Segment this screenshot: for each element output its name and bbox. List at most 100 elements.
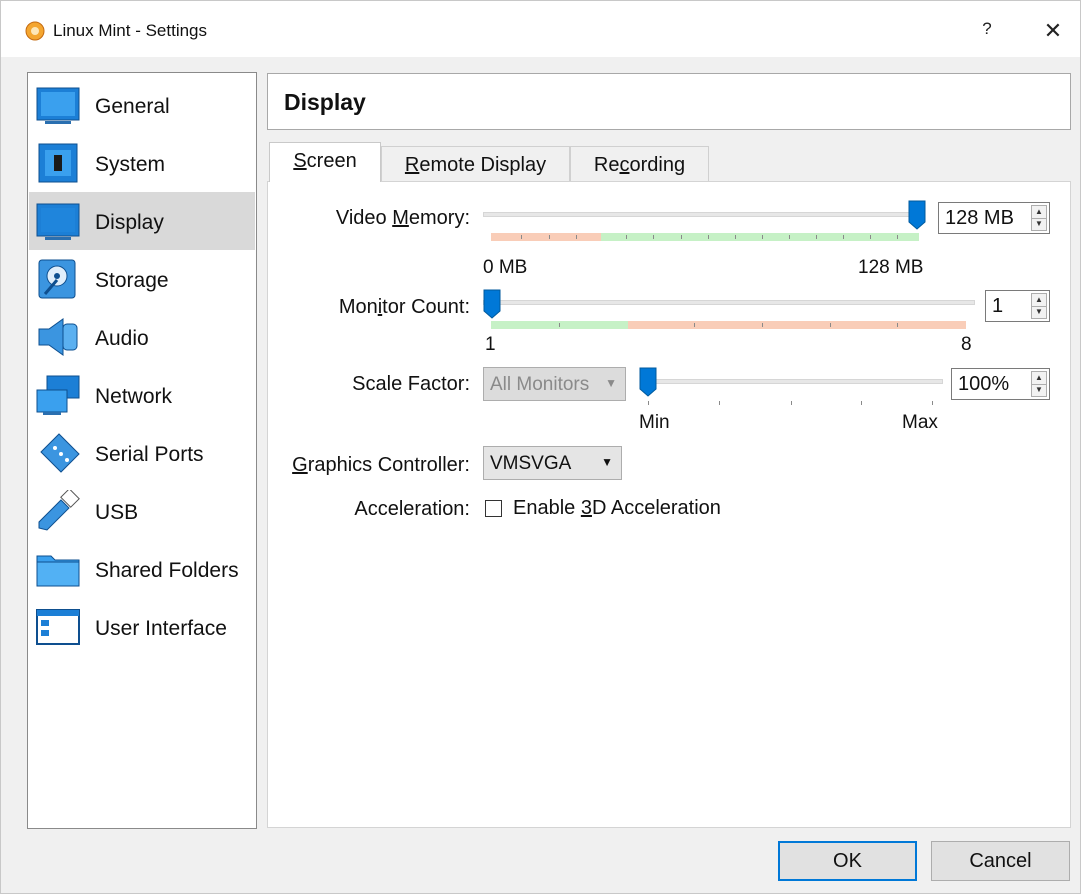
spin-buttons: ▲ ▼: [1031, 205, 1047, 231]
label-part: D Acceleration: [591, 497, 721, 519]
video-memory-warn-range: [491, 233, 601, 241]
monitor-count-slider-track[interactable]: [483, 300, 975, 305]
sidebar-item-label: Audio: [95, 327, 149, 350]
sidebar-item-label: Storage: [95, 269, 169, 292]
tab-label-rest: creen: [306, 150, 357, 172]
shared-folders-icon: [36, 555, 80, 587]
monitor-count-warn-range: [628, 321, 966, 329]
slider-tick: [762, 235, 763, 239]
scale-factor-slider-thumb[interactable]: [639, 367, 657, 397]
scale-factor-spinbox[interactable]: 100% ▲ ▼: [951, 368, 1050, 400]
storage-icon: [38, 259, 76, 299]
scale-factor-label: Scale Factor:: [352, 373, 470, 395]
slider-tick: [735, 235, 736, 239]
video-memory-spinbox[interactable]: 128 MB ▲ ▼: [938, 202, 1050, 234]
slider-tick: [830, 323, 831, 327]
slider-tick: [897, 323, 898, 327]
enable-3d-acceleration-checkbox[interactable]: [485, 500, 502, 517]
network-icon: [36, 375, 80, 415]
graphics-controller-select[interactable]: VMSVGA ▼: [483, 446, 622, 480]
spin-down-button[interactable]: ▼: [1032, 218, 1046, 230]
cancel-button[interactable]: Cancel: [931, 841, 1070, 881]
title-bar: Linux Mint - Settings ? ✕: [1, 1, 1080, 57]
sidebar-item-label: Shared Folders: [95, 559, 239, 582]
monitor-count-min-label: 1: [485, 334, 496, 355]
spin-down-button[interactable]: ▼: [1032, 306, 1046, 318]
sidebar-item-label: Display: [95, 211, 164, 234]
monitor-count-max-label: 8: [961, 334, 972, 355]
chevron-down-icon: ▼: [605, 376, 617, 390]
video-memory-slider-thumb[interactable]: [908, 200, 926, 230]
graphics-controller-value: VMSVGA: [490, 453, 572, 474]
acceleration-label: Acceleration:: [354, 498, 470, 520]
sidebar-item-usb[interactable]: USB: [29, 482, 255, 540]
sidebar-item-label: System: [95, 153, 166, 176]
monitor-count-spinbox[interactable]: 1 ▲ ▼: [985, 290, 1050, 322]
sidebar-item-network[interactable]: Network: [29, 366, 255, 424]
ok-button[interactable]: OK: [778, 841, 917, 881]
slider-tick: [843, 235, 844, 239]
sidebar-item-label: Network: [95, 385, 173, 408]
scale-factor-value: 100%: [958, 373, 1010, 395]
sidebar-item-audio[interactable]: Audio: [29, 308, 255, 366]
tab-mnemonic: S: [293, 150, 307, 172]
page-title: Display: [284, 89, 366, 115]
sidebar-item-label: USB: [95, 501, 139, 524]
slider-tick: [719, 401, 720, 405]
help-button[interactable]: ?: [973, 15, 1001, 43]
video-memory-ok-range: [601, 233, 919, 241]
tab-remote-display[interactable]: Remote Display: [381, 146, 570, 182]
tab-label-rest: emote Display: [419, 154, 547, 176]
monitor-count-label: Monitor Count:: [339, 296, 470, 319]
monitor-count-value: 1: [992, 295, 1004, 317]
tab-recording[interactable]: Recording: [570, 146, 709, 182]
sidebar-item-serial-ports[interactable]: Serial Ports: [29, 424, 255, 482]
slider-tick: [791, 401, 792, 405]
scale-monitor-select: All Monitors ▼: [483, 367, 626, 401]
slider-tick: [576, 235, 577, 239]
slider-tick: [559, 323, 560, 327]
spin-buttons: ▲ ▼: [1031, 293, 1047, 319]
sidebar-item-general[interactable]: General: [29, 76, 255, 134]
video-memory-min-label: 0 MB: [483, 257, 528, 278]
label-part: Enable: [513, 497, 581, 519]
enable-3d-acceleration-label[interactable]: Enable 3D Acceleration: [513, 497, 721, 520]
general-icon: [36, 87, 80, 124]
slider-tick: [681, 235, 682, 239]
close-button[interactable]: ✕: [1037, 15, 1069, 47]
video-memory-slider-track[interactable]: [483, 212, 925, 217]
sidebar-item-storage[interactable]: Storage: [29, 250, 255, 308]
scale-factor-min-label: Min: [639, 412, 670, 433]
sidebar-item-shared-folders[interactable]: Shared Folders: [29, 540, 255, 598]
audio-icon: [38, 318, 78, 356]
slider-tick: [708, 235, 709, 239]
sidebar-item-label: General: [95, 95, 170, 118]
monitor-count-slider-thumb[interactable]: [483, 289, 501, 319]
tab-screen[interactable]: Screen: [269, 142, 381, 182]
label-part: raphics Controller:: [307, 454, 470, 476]
sidebar-item-label: User Interface: [95, 617, 227, 640]
scale-factor-max-label: Max: [902, 412, 938, 433]
slider-tick: [932, 401, 933, 405]
page-header: Display: [267, 73, 1071, 130]
scale-factor-slider-track[interactable]: [641, 379, 943, 384]
slider-tick: [626, 235, 627, 239]
tab-mnemonic: c: [619, 154, 630, 176]
video-memory-label: Video Memory:: [336, 207, 470, 230]
user-interface-icon: [36, 609, 80, 645]
sidebar-item-display[interactable]: Display: [29, 192, 255, 250]
tab-label-pre: Re: [593, 154, 620, 176]
slider-tick: [762, 323, 763, 327]
label-mnemonic: M: [392, 207, 409, 229]
slider-tick: [897, 235, 898, 239]
chevron-down-icon: ▼: [601, 455, 613, 469]
label-part: Video: [335, 207, 393, 229]
sidebar-item-user-interface[interactable]: User Interface: [29, 598, 255, 656]
spin-buttons: ▲ ▼: [1031, 371, 1047, 397]
label-part: tor Count:: [382, 296, 470, 318]
spin-down-button[interactable]: ▼: [1032, 384, 1046, 396]
tab-label-rest: ording: [629, 154, 686, 176]
display-icon: [36, 203, 80, 240]
sidebar-item-system[interactable]: System: [29, 134, 255, 192]
window-title: Linux Mint - Settings: [53, 21, 208, 40]
